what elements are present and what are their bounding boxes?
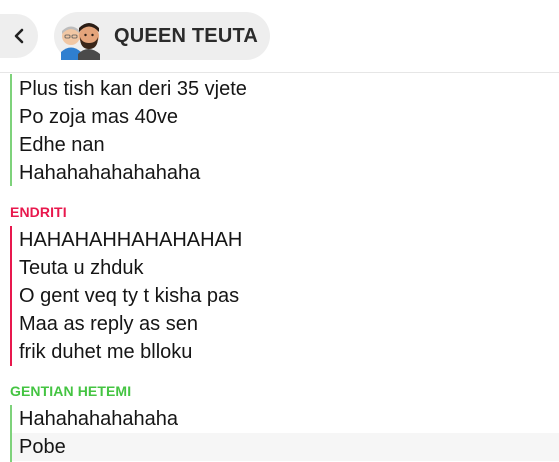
- chat-title-pill[interactable]: QUEEN TEUTA: [54, 12, 270, 60]
- sender-bar: [10, 226, 12, 366]
- message-text[interactable]: Pobe: [19, 433, 66, 461]
- chat-header: QUEEN TEUTA: [0, 0, 559, 73]
- back-button[interactable]: [0, 14, 38, 58]
- message-text[interactable]: Hahahahahahaha: [19, 405, 178, 433]
- chevron-left-icon: [14, 28, 24, 44]
- sender-name[interactable]: ENDRITI: [10, 204, 67, 220]
- message-text[interactable]: Maa as reply as sen: [19, 310, 198, 338]
- sender-name[interactable]: GENTIAN HETEMI: [10, 383, 131, 399]
- message-text[interactable]: frik duhet me blloku: [19, 338, 192, 366]
- message-text[interactable]: Hahahahahahahaha: [19, 159, 200, 187]
- message-text[interactable]: Po zoja mas 40ve: [19, 103, 178, 131]
- group-bitmoji-avatar-icon: [56, 12, 104, 60]
- message-highlight: [12, 433, 559, 461]
- message-text[interactable]: Edhe nan: [19, 131, 105, 159]
- chat-title: QUEEN TEUTA: [114, 24, 259, 47]
- message-text[interactable]: HAHAHAHHAHAHAHAH: [19, 226, 242, 254]
- message-text[interactable]: O gent veq ty t kisha pas: [19, 282, 239, 310]
- sender-bar: [10, 74, 12, 186]
- message-text[interactable]: Teuta u zhduk: [19, 254, 144, 282]
- message-text[interactable]: Plus tish kan deri 35 vjete: [19, 75, 247, 103]
